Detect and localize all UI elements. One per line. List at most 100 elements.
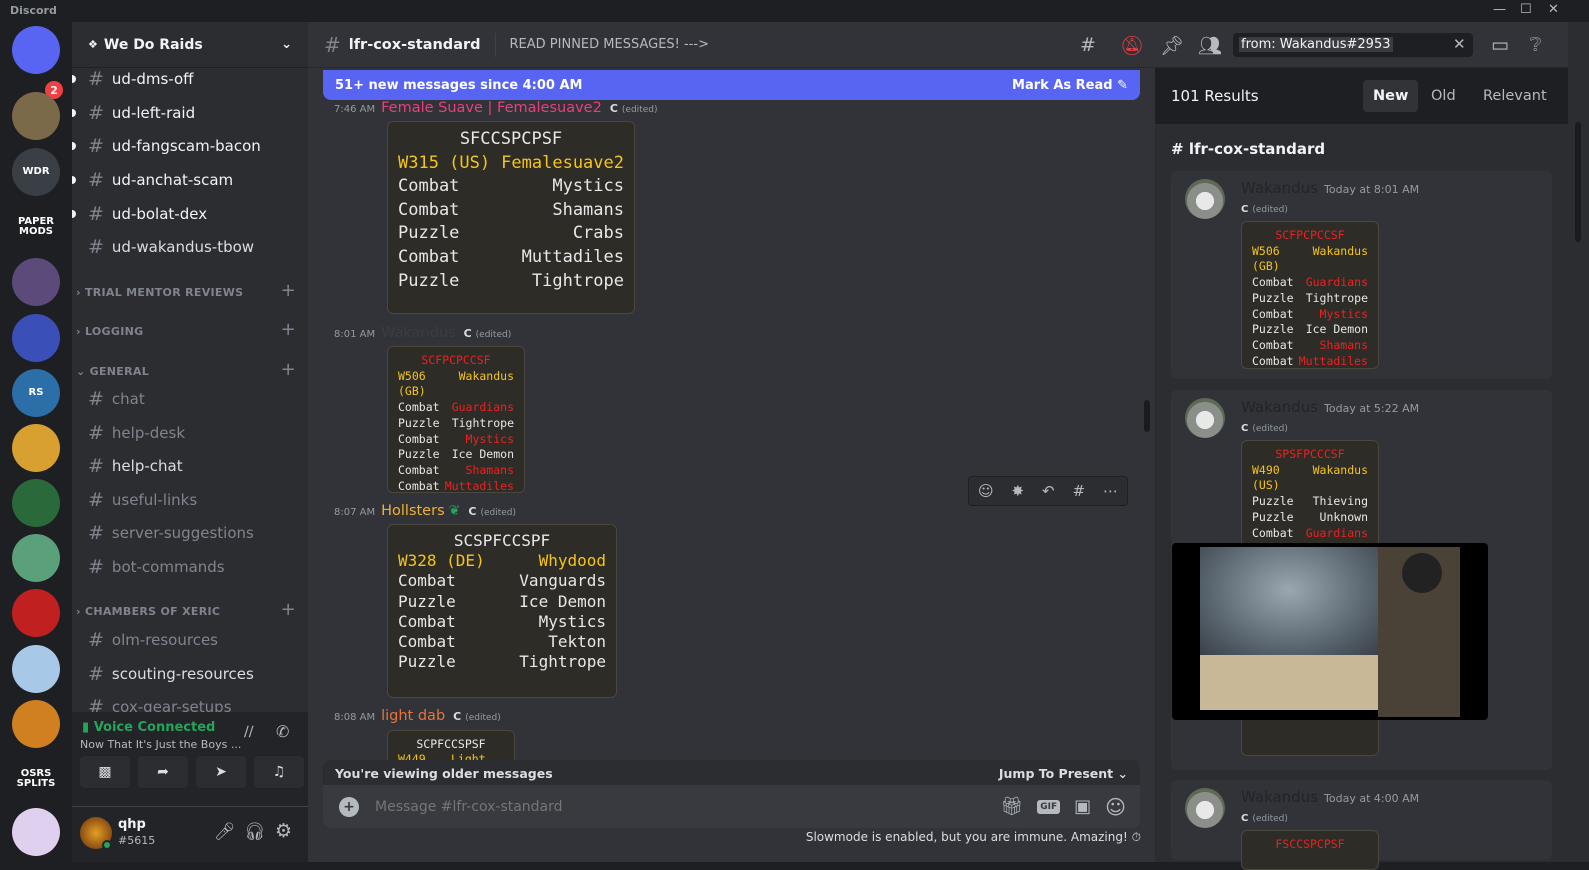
mark-as-read-button[interactable]: Mark As Read ✎ [1012,78,1128,93]
chat-scrollbar[interactable] [1144,400,1150,432]
maximize-icon[interactable]: ☐ [1520,2,1532,17]
search-result[interactable]: Wakandus Today at 8:01 AM C (edited) SCFPCPC… [1171,171,1552,379]
close-icon[interactable]: ✕ [1548,2,1559,17]
author-name[interactable]: Female Suave | Femalesuave2 [381,100,602,116]
server-icon[interactable] [12,258,60,306]
channel-topic[interactable]: READ PINNED MESSAGES! ---> [510,37,709,52]
disconnect-icon[interactable]: ✆ [276,722,289,741]
add-channel-icon[interactable]: + [281,280,296,301]
gif-icon[interactable]: GIF [1037,799,1061,814]
threads-icon[interactable]: # [1080,34,1096,56]
author-name[interactable]: Wakandus [1241,179,1318,197]
screen-share-button[interactable]: ➦ [138,756,188,788]
more-icon[interactable]: ⋯ [1103,482,1118,500]
server-icon[interactable]: WDR [12,148,60,196]
noise-suppression-icon[interactable]: ∕∕ [244,724,253,740]
add-channel-icon[interactable]: + [281,319,296,340]
settings-gear-icon[interactable]: ⚙ [275,820,292,842]
category-2[interactable]: ⌄ GENERAL + [76,359,296,380]
channel-ud-fangscam-bacon[interactable]: # ud-fangscam-bacon [72,131,300,161]
server-icon[interactable] [12,808,60,856]
channel-server-suggestions[interactable]: # server-suggestions [80,518,300,548]
add-channel-icon[interactable]: + [281,599,296,620]
add-reaction-icon[interactable]: ☺ [978,482,994,500]
jump-to-present-button[interactable]: Jump To Present ⌄ [999,766,1128,781]
search-result[interactable]: Wakandus Today at 4:00 AM C (edited) FSCCSPC… [1171,780,1552,870]
activity-button[interactable]: ➤ [196,756,246,788]
channel-scouting-resources[interactable]: # scouting-resources [80,659,300,689]
channel-help-desk[interactable]: # help-desk [80,418,300,448]
help-icon[interactable]: ❔︎ [1530,34,1541,56]
sort-tab-old[interactable]: Old [1421,80,1466,112]
channel-ud-dms-off[interactable]: # ud-dms-off [72,64,300,94]
sticker-icon[interactable]: ▣ [1074,796,1091,817]
channel-useful-links[interactable]: # useful-links [80,485,300,515]
category-3[interactable]: › CHAMBERS OF XERIC + [76,599,296,620]
card-room-name: Mystics [465,431,514,446]
guild-header[interactable]: ❖ We Do Raids ⌄ [72,22,308,68]
camera-button[interactable]: ▩ [80,756,130,788]
author-name[interactable]: Wakandus [1241,788,1318,806]
new-messages-bar[interactable]: 51+ new messages since 4:00 AM Mark As R… [323,70,1140,100]
soundboard-button[interactable]: ♫ [254,756,304,788]
server-icon[interactable]: PAPER MODS [12,203,60,251]
server-icon[interactable] [12,479,60,527]
game-screenshot[interactable]: FSCCSPCPSF [1241,830,1379,870]
emoji-icon[interactable]: ☺ [1105,795,1126,819]
channel-ud-bolat-dex[interactable]: # ud-bolat-dex [72,199,300,229]
add-channel-icon[interactable]: + [281,359,296,380]
author-name[interactable]: Wakandus [1241,398,1318,416]
channel-ud-wakandus-tbow[interactable]: # ud-wakandus-tbow [80,232,300,262]
result-channel-name[interactable]: lfr-cox-standard [1189,140,1325,158]
super-reaction-icon[interactable]: ✸ [1012,482,1025,500]
avatar[interactable] [1185,398,1225,438]
search-scrollbar[interactable] [1568,22,1589,862]
author-name[interactable]: light dab [381,708,445,724]
game-screenshot[interactable]: SFCCSPCPSF W315 (US) Femalesuave2 Combat Mys… [387,121,635,314]
image-preview[interactable] [1172,543,1488,720]
channel-ud-left-raid[interactable]: # ud-left-raid [72,98,300,128]
add-attachment-icon[interactable]: + [339,796,359,817]
gift-icon[interactable]: 🎁︎ [1000,796,1023,817]
channel-chat[interactable]: # chat [80,384,300,414]
author-name[interactable]: Hollsters [381,503,445,519]
pin-icon[interactable]: 📌︎ [1160,34,1184,57]
game-screenshot[interactable]: SCFPCPCCSF W506 (GB) Wakandus Combat Guardia… [387,346,525,493]
voice-channel-name[interactable]: Now That It's Just the Boys ... [80,738,241,751]
microphone-icon[interactable]: 🎤︎ [214,822,236,842]
game-screenshot[interactable]: SCFPCPCCSF W506 (GB) Wakandus Combat Guardia… [1241,221,1379,369]
avatar[interactable] [1185,788,1225,828]
inbox-icon[interactable]: ▭ [1491,34,1509,56]
sort-tab-relevant[interactable]: Relevant [1473,80,1557,112]
sort-tab-new[interactable]: New [1363,80,1419,112]
search-input[interactable]: from: Wakandus#2953 ✕ [1233,33,1473,57]
create-thread-icon[interactable]: # [1073,482,1086,500]
server-icon[interactable] [12,700,60,748]
channel-ud-anchat-scam[interactable]: # ud-anchat-scam [72,165,300,195]
reply-icon[interactable]: ↶ [1042,482,1055,500]
server-icon[interactable] [12,314,60,362]
clear-search-icon[interactable]: ✕ [1453,35,1466,53]
mute-bell-icon[interactable]: 🔕︎ [1120,34,1144,57]
server-icon[interactable] [12,92,60,140]
server-icon[interactable]: RS [12,369,60,417]
author-name[interactable]: Wakandus [381,325,455,341]
game-screenshot[interactable]: SCSPFCCSPF W328 (DE) Whydood Combat Vanguard… [387,524,617,698]
server-icon[interactable] [12,26,60,74]
voice-status[interactable]: Voice Connected [94,720,216,735]
avatar[interactable] [1185,179,1225,219]
channel-help-chat[interactable]: # help-chat [80,451,300,481]
category-0[interactable]: › TRIAL MENTOR REVIEWS + [76,280,296,301]
server-icon[interactable]: OSRS SPLITS [12,755,60,803]
server-icon[interactable] [12,589,60,637]
minimize-icon[interactable]: — [1493,2,1506,17]
category-1[interactable]: › LOGGING + [76,319,296,340]
server-icon[interactable] [12,424,60,472]
member-list-icon[interactable]: 👥︎ [1198,34,1222,57]
message-input[interactable] [375,798,1001,815]
server-icon[interactable] [12,534,60,582]
headphones-icon[interactable]: 🎧︎ [244,822,266,842]
channel-bot-commands[interactable]: # bot-commands [80,552,300,582]
channel-olm-resources[interactable]: # olm-resources [80,625,300,655]
server-icon[interactable] [12,645,60,693]
